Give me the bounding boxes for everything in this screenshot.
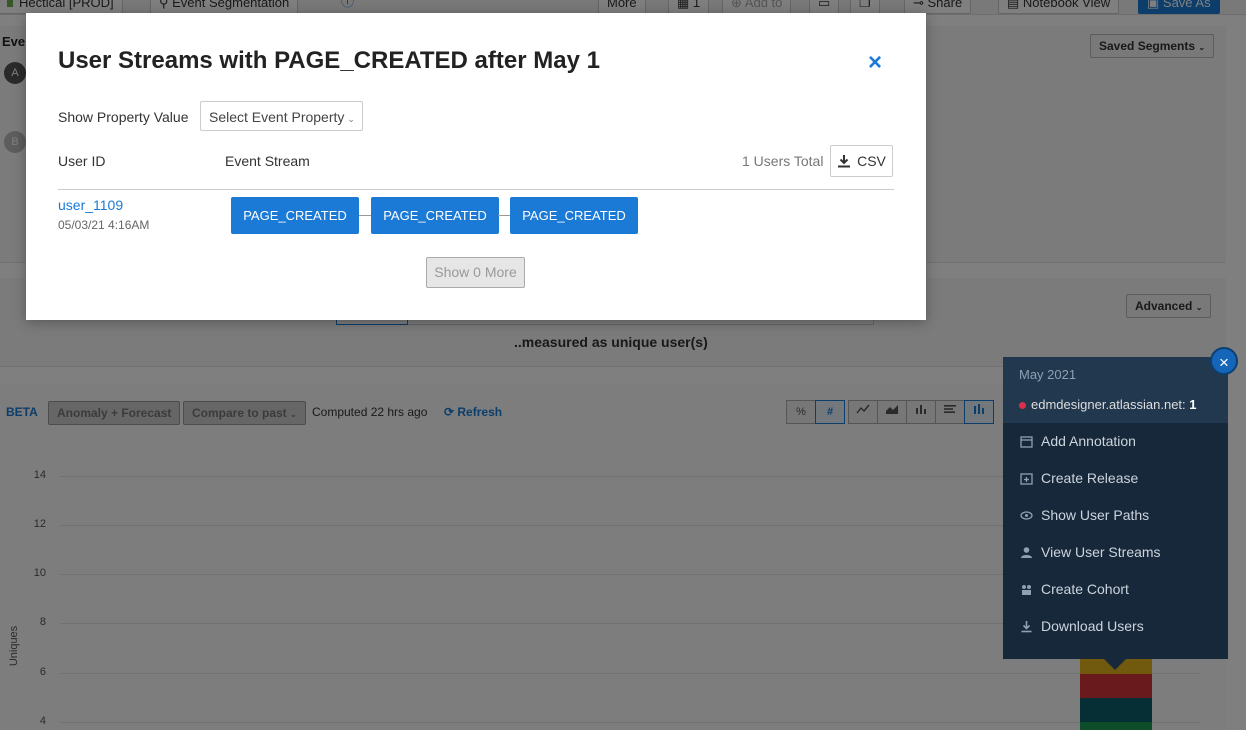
cohort-icon <box>1019 582 1033 596</box>
column-header-event-stream: Event Stream <box>225 153 310 169</box>
calendar-icon <box>1019 434 1033 448</box>
show-more-button[interactable]: Show 0 More <box>426 257 525 288</box>
event-connector <box>359 215 371 216</box>
eye-icon <box>1019 508 1033 522</box>
event-connector <box>498 215 510 216</box>
user-icon <box>1019 545 1033 559</box>
create-cohort-item[interactable]: Create Cohort <box>1019 581 1129 597</box>
event-chip[interactable]: PAGE_CREATED <box>231 197 359 234</box>
show-property-label: Show Property Value <box>58 109 189 125</box>
event-property-select[interactable]: Select Event Property ⌄ <box>200 101 363 131</box>
context-menu-header: May 2021 edmdesigner.atlassian.net: 1 <box>1003 357 1228 423</box>
event-chip[interactable]: PAGE_CREATED <box>371 197 499 234</box>
download-icon <box>838 155 851 168</box>
chevron-down-icon: ⌄ <box>347 114 355 124</box>
user-streams-modal: User Streams with PAGE_CREATED after May… <box>26 13 926 320</box>
event-chip[interactable]: PAGE_CREATED <box>510 197 638 234</box>
create-release-item[interactable]: Create Release <box>1019 470 1138 486</box>
user-timestamp: 05/03/21 4:16AM <box>58 218 150 232</box>
download-icon <box>1019 619 1033 633</box>
calendar-plus-icon <box>1019 471 1033 485</box>
show-user-paths-item[interactable]: Show User Paths <box>1019 507 1149 523</box>
user-id-link[interactable]: user_1109 <box>58 197 123 213</box>
chart-context-menu: May 2021 edmdesigner.atlassian.net: 1 Ad… <box>1003 357 1228 659</box>
modal-title: User Streams with PAGE_CREATED after May… <box>58 47 600 74</box>
close-icon[interactable]: × <box>1210 347 1238 375</box>
view-user-streams-item[interactable]: View User Streams <box>1019 544 1161 560</box>
column-header-user-id: User ID <box>58 153 106 169</box>
download-users-item[interactable]: Download Users <box>1019 618 1144 634</box>
series-dot-icon <box>1019 402 1026 410</box>
context-menu-series: edmdesigner.atlassian.net: 1 <box>1019 397 1197 412</box>
close-icon[interactable]: × <box>868 49 882 77</box>
header-divider <box>58 189 894 190</box>
users-total: 1 Users Total <box>742 153 824 169</box>
add-annotation-item[interactable]: Add Annotation <box>1019 433 1136 449</box>
context-menu-pointer <box>1104 659 1126 670</box>
csv-download-button[interactable]: CSV <box>830 145 893 177</box>
context-menu-month: May 2021 <box>1019 367 1077 382</box>
